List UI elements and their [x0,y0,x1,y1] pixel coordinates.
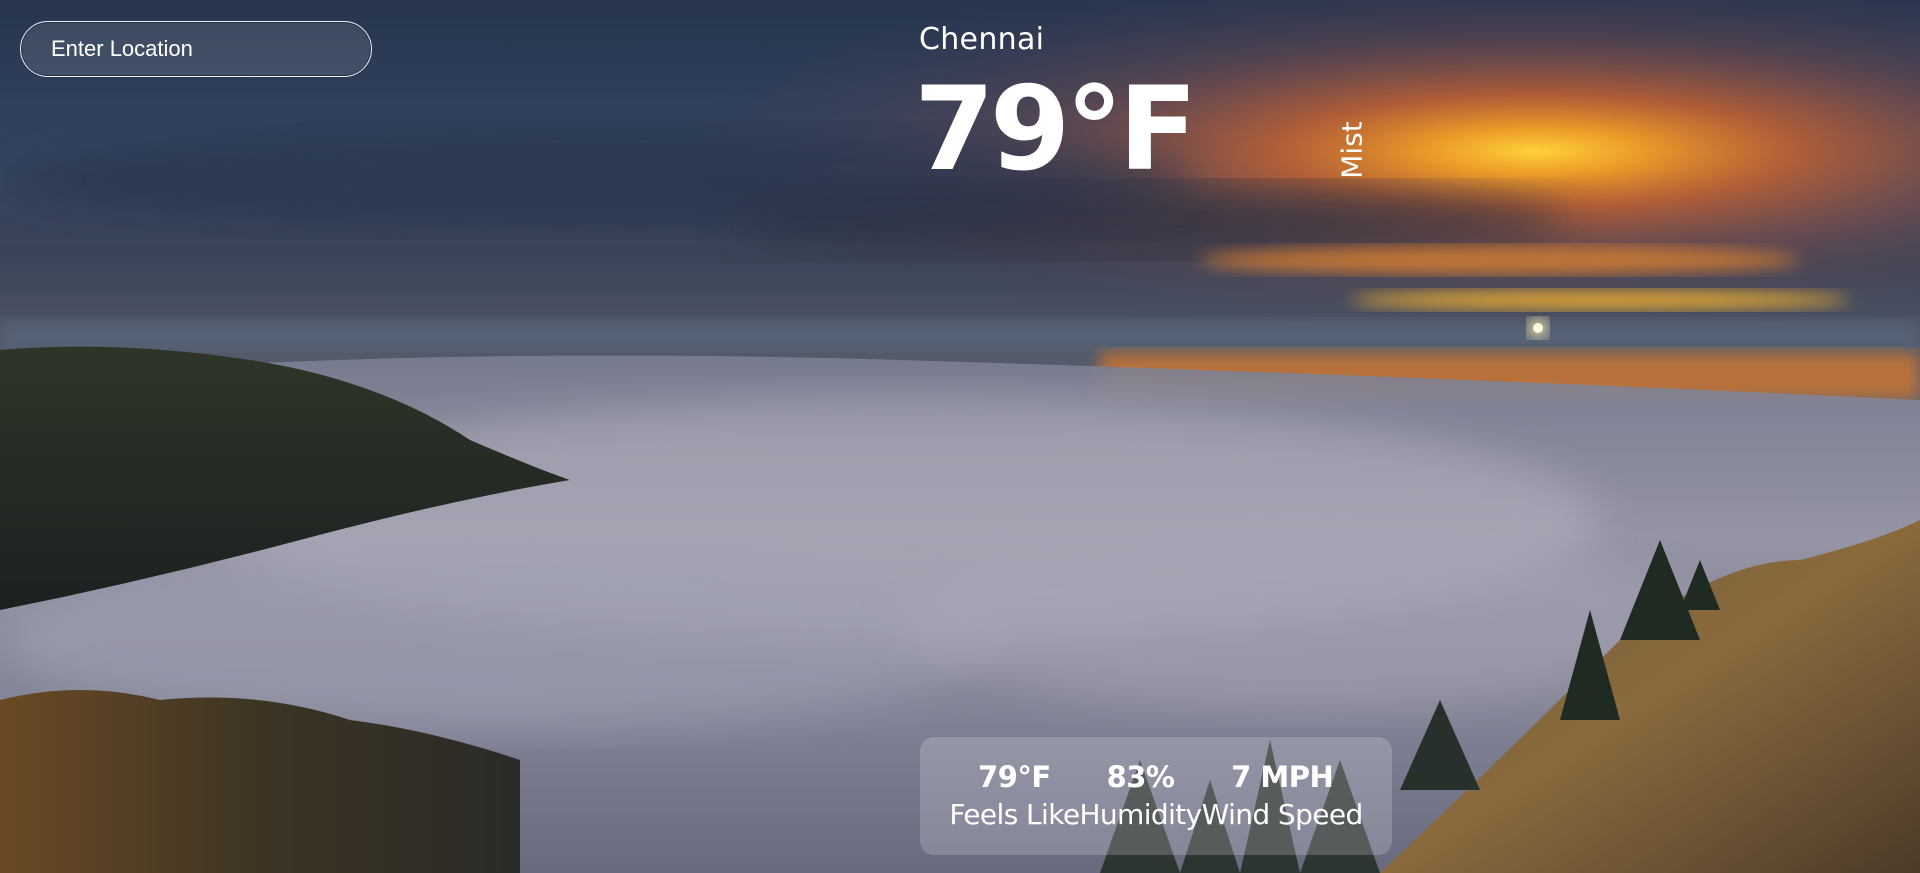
feels-like-value: 79°F [978,760,1051,794]
feels-like-stat: 79°F Feels Like [949,759,1080,835]
weather-app: Chennai 79°F Mist 79°F Feels Like 83% Hu… [0,0,1920,873]
wind-speed-label: Wind Speed [1201,798,1364,831]
humidity-stat: 83% Humidity [1079,759,1202,835]
humidity-value: 83% [1106,760,1175,794]
wind-speed-value: 7 MPH [1231,760,1334,794]
location-name: Chennai [919,22,1045,57]
weather-stats-panel: 79°F Feels Like 83% Humidity 7 MPH Wind … [920,737,1392,855]
current-temperature: 79°F [914,62,1198,197]
wind-speed-stat: 7 MPH Wind Speed [1201,759,1364,835]
humidity-label: Humidity [1079,798,1202,831]
weather-description: Mist [1335,121,1369,179]
feels-like-label: Feels Like [949,798,1080,831]
location-search-input[interactable] [20,21,372,77]
